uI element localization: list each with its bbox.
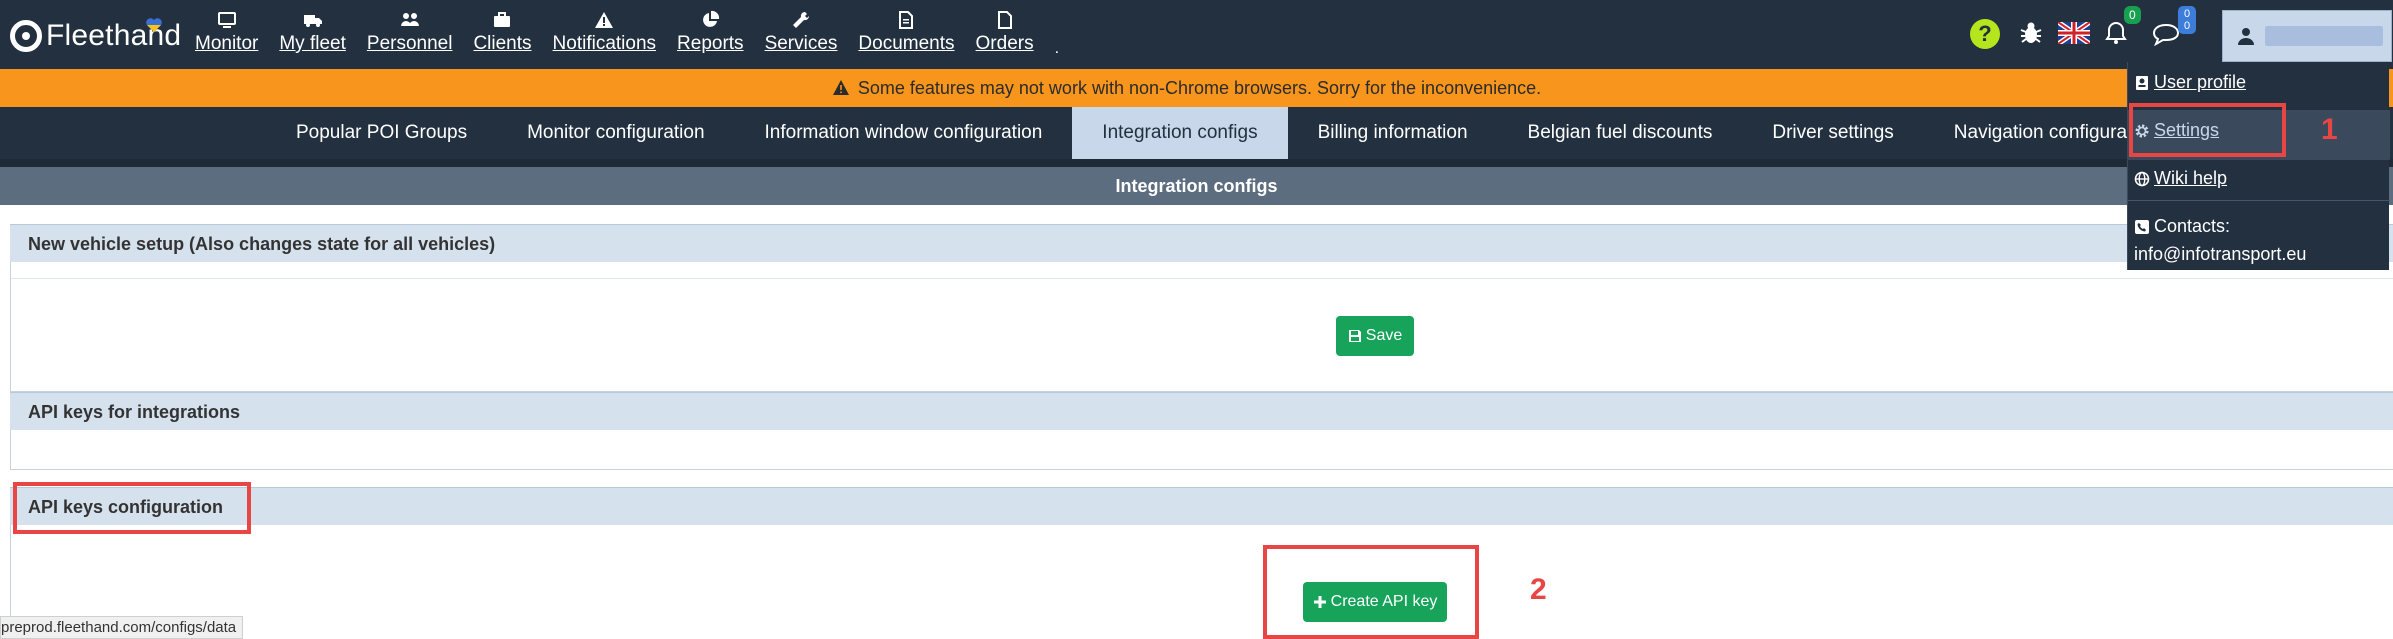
settings-tabs-bar: Popular POI Groups Monitor configuration… <box>0 107 2393 159</box>
api-config-panel-body <box>10 525 2393 639</box>
annotation-box-settings <box>2129 103 2286 157</box>
annotation-box-create-api-key <box>1263 545 1479 639</box>
file-icon <box>997 11 1012 29</box>
user-dropdown-menu: User profile Settings Wiki help Contacts… <box>2127 62 2390 270</box>
browser-warning-banner: Some features may not work with non-Chro… <box>0 69 2393 107</box>
warning-icon <box>595 12 614 28</box>
nav-trailing-dot: . <box>1054 40 1060 57</box>
truck-icon <box>303 15 322 27</box>
nav-documents[interactable]: Documents <box>858 10 955 55</box>
nav-monitor[interactable]: Monitor <box>195 10 258 55</box>
nav-my-fleet[interactable]: My fleet <box>279 10 346 55</box>
save-icon <box>1348 330 1361 342</box>
menu-item-user-profile[interactable]: User profile <box>2134 72 2246 93</box>
nav-notifications[interactable]: Notifications <box>553 10 656 55</box>
wrench-icon <box>792 11 809 28</box>
tab-driver-settings[interactable]: Driver settings <box>1742 107 1923 159</box>
bug-report-icon[interactable] <box>2018 20 2044 46</box>
phone-icon <box>2135 219 2149 234</box>
tab-monitor-configuration[interactable]: Monitor configuration <box>497 107 734 159</box>
nav-reports[interactable]: Reports <box>677 10 744 55</box>
monitor-icon <box>217 12 236 28</box>
user-name-redacted <box>2265 26 2383 46</box>
annotation-box-api-config <box>13 482 251 534</box>
main-nav: Monitor My fleet Personnel Clients Notif… <box>195 10 1059 60</box>
menu-divider <box>2128 200 2390 201</box>
document-icon <box>899 11 914 29</box>
tab-information-window-configuration[interactable]: Information window configuration <box>735 107 1073 159</box>
people-icon <box>400 13 419 26</box>
user-icon <box>2238 28 2254 45</box>
status-bar-url: preprod.fleethand.com/configs/data <box>0 616 244 639</box>
chat-icon[interactable] <box>2152 22 2180 46</box>
annotation-number-1: 1 <box>2321 113 2338 146</box>
menu-item-wiki-help[interactable]: Wiki help <box>2134 168 2227 189</box>
help-button[interactable]: ? <box>1970 19 2000 49</box>
panel-divider <box>11 278 2393 279</box>
menu-item-contacts: Contacts: <box>2134 216 2230 237</box>
nav-orders[interactable]: Orders <box>976 10 1034 55</box>
messages-count-badge: 0 0 <box>2178 6 2196 34</box>
briefcase-icon <box>494 12 511 27</box>
api-config-panel-header[interactable]: API keys configuration <box>10 487 2393 525</box>
api-keys-panel-header[interactable]: API keys for integrations <box>10 392 2393 430</box>
warning-icon <box>832 80 849 95</box>
api-keys-panel-body <box>10 430 2393 470</box>
nav-clients[interactable]: Clients <box>473 10 532 55</box>
tab-integration-configs[interactable]: Integration configs <box>1072 107 1288 159</box>
notifications-count-badge: 0 <box>2124 6 2141 24</box>
vehicle-setup-panel-body <box>10 262 2393 392</box>
tab-billing-information[interactable]: Billing information <box>1288 107 1498 159</box>
save-button[interactable]: Save <box>1336 316 1414 356</box>
page-title: Integration configs <box>0 167 2393 205</box>
nav-services[interactable]: Services <box>765 10 837 55</box>
warning-text: Some features may not work with non-Chro… <box>857 77 1542 98</box>
ukraine-heart-icon <box>145 16 163 34</box>
annotation-number-2: 2 <box>1530 573 1547 606</box>
user-menu-button[interactable] <box>2222 10 2392 62</box>
tabs-divider <box>0 159 2393 167</box>
pie-chart-icon <box>703 10 720 27</box>
logo-ring-icon <box>10 20 42 52</box>
nav-personnel[interactable]: Personnel <box>367 10 452 55</box>
uk-flag-icon[interactable] <box>2058 22 2090 44</box>
id-card-icon <box>2136 75 2148 90</box>
globe-icon <box>2134 171 2150 186</box>
bell-icon[interactable] <box>2103 20 2129 46</box>
tab-popular-poi-groups[interactable]: Popular POI Groups <box>266 107 497 159</box>
contacts-email[interactable]: info@infotransport.eu <box>2134 244 2306 265</box>
vehicle-setup-panel-header[interactable]: New vehicle setup (Also changes state fo… <box>10 224 2393 262</box>
tab-belgian-fuel-discounts[interactable]: Belgian fuel discounts <box>1498 107 1743 159</box>
top-navbar: Fleethand Monitor My fleet Personnel Cli… <box>0 0 2393 69</box>
